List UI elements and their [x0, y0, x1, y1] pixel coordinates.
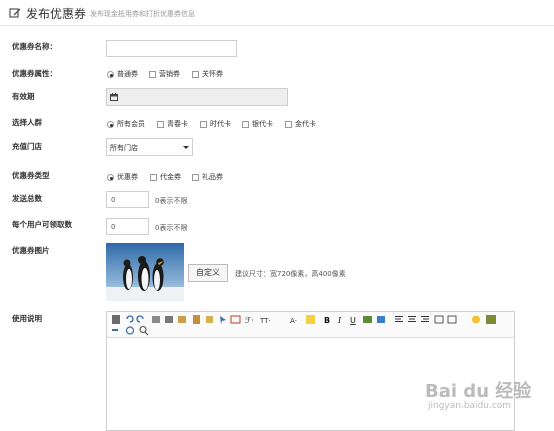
font-family-icon: ℱ·	[245, 316, 254, 325]
edit-icon	[9, 8, 21, 18]
clear-format-icon	[206, 316, 213, 323]
editor-toolbar-row-2[interactable]	[110, 325, 160, 336]
strikethrough-icon	[363, 316, 372, 323]
total-hint: 0表示不限	[155, 197, 188, 205]
audience-label: 选择人群	[12, 118, 42, 127]
attr-checkbox-care[interactable]	[192, 71, 199, 78]
audience-checkbox-youth[interactable]	[157, 121, 164, 128]
align-left-icon	[395, 316, 403, 317]
type-option-voucher: 代金券	[160, 173, 181, 181]
usage-label: 使用说明	[12, 314, 42, 323]
coupon-attr-label: 优惠券属性：	[12, 69, 57, 78]
validity-field[interactable]	[106, 88, 288, 106]
audience-checkbox-silver[interactable]	[242, 121, 249, 128]
attr-checkbox-marketing[interactable]	[149, 71, 156, 78]
coupon-image-label: 优惠券图片	[12, 246, 50, 255]
font-color-icon: A·	[290, 317, 297, 325]
page-subtitle: 发布现金抵用券和打折优惠券信息	[90, 10, 195, 18]
cut-icon	[152, 316, 160, 323]
audience-checkbox-era[interactable]	[200, 121, 207, 128]
per-user-hint: 0表示不限	[155, 224, 188, 232]
italic-icon: I	[337, 316, 342, 325]
type-radio-coupon[interactable]	[107, 174, 114, 181]
store-label: 充值门店	[12, 142, 42, 151]
calendar-icon[interactable]	[110, 93, 118, 101]
per-user-input-value: 0	[111, 223, 116, 231]
audience-option-silver: 银代卡	[252, 120, 273, 128]
attr-option-care: 关怀券	[202, 70, 223, 78]
zoom-icon	[139, 325, 147, 334]
total-label: 发送总数	[12, 194, 42, 203]
redo-icon	[136, 315, 144, 323]
watermark-url: jingyan.baidu.com	[428, 401, 512, 411]
paste-icon	[178, 316, 186, 323]
unordered-list-icon	[447, 315, 457, 324]
copy-icon	[165, 316, 173, 323]
font-size-icon: TT·	[259, 317, 271, 325]
type-checkbox-voucher[interactable]	[150, 174, 157, 181]
image-size-hint: 建议尺寸：宽720像素，高400像素	[235, 270, 346, 278]
select-all-icon	[220, 316, 226, 324]
audience-option-all: 所有会员	[117, 120, 145, 128]
format-brush-icon	[193, 315, 200, 324]
remove-format-icon	[377, 316, 385, 323]
table-icon	[230, 315, 241, 324]
chevron-down-icon	[183, 146, 189, 149]
validity-label: 有效期	[12, 92, 35, 101]
highlight-color-icon	[306, 315, 315, 324]
audience-option-era: 时代卡	[210, 120, 231, 128]
coupon-name-input[interactable]	[106, 40, 237, 57]
audience-checkbox-gold[interactable]	[285, 121, 292, 128]
coupon-name-label: 优惠券名称：	[12, 42, 57, 51]
undo-icon	[126, 315, 134, 323]
watermark-brand: Bai du 经验	[425, 381, 532, 402]
align-center-icon	[408, 316, 416, 317]
unlink-icon	[125, 326, 135, 335]
align-right-icon	[421, 316, 429, 317]
custom-image-button[interactable]: 自定义	[188, 264, 228, 282]
page-title: 发布优惠券	[26, 7, 87, 21]
attr-option-marketing: 营销券	[159, 70, 180, 78]
audience-option-gold: 金代卡	[295, 120, 316, 128]
per-user-label: 每个用户可领取数	[12, 220, 72, 229]
coupon-type-label: 优惠券类型	[12, 171, 50, 180]
store-select-value: 所有门店	[110, 144, 138, 152]
editor-toolbar-row-1[interactable]: ℱ· TT· A· B I U	[110, 314, 505, 325]
audience-option-youth: 青春卡	[167, 120, 188, 128]
total-input-value: 0	[111, 196, 116, 204]
type-checkbox-gift[interactable]	[192, 174, 199, 181]
ordered-list-icon	[434, 315, 444, 324]
penguins-image	[106, 243, 184, 301]
underline-icon: U	[350, 316, 356, 325]
attr-radio-normal[interactable]	[107, 71, 114, 78]
image-insert-icon	[486, 315, 496, 324]
audience-radio-all[interactable]	[107, 121, 114, 128]
type-option-gift: 礼品券	[202, 173, 223, 181]
type-option-coupon: 优惠券	[117, 173, 138, 181]
attr-option-normal: 普通券	[117, 70, 138, 78]
emoji-icon	[472, 315, 480, 324]
source-icon	[112, 315, 120, 324]
bold-icon: B	[324, 316, 330, 325]
